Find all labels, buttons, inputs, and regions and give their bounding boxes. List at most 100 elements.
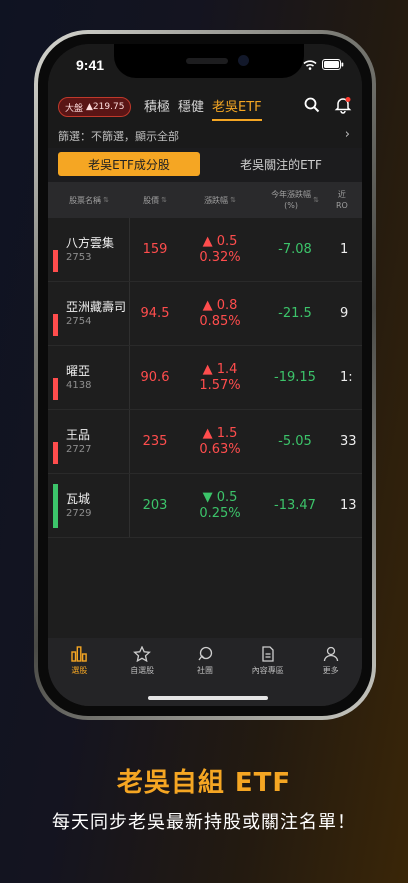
stock-table: 股票名稱 ⇅ 股價 ⇅ 漲跌幅 ⇅ 今年漲跌幅 (%) ⇅ 近 RO 八方雲集 … <box>48 182 362 706</box>
header-ytd[interactable]: 今年漲跌幅 (%) ⇅ <box>260 182 330 218</box>
status-time: 9:41 <box>76 57 105 73</box>
app-screen: 9:41 大盤 ▲219.75 積極 穩健 老吳ETF 篩選：不篩選，顯示全部 … <box>48 44 362 706</box>
header-name[interactable]: 股票名稱 ⇅ <box>48 182 130 218</box>
trend-bar <box>53 484 58 528</box>
battery-icon <box>322 59 344 70</box>
nav-stock-picker[interactable]: 選股 <box>48 646 111 706</box>
change-percent: 0.32% <box>199 249 241 265</box>
stock-price: 203 <box>142 498 168 513</box>
table-row[interactable]: 亞洲藏壽司 2754 94.5 ▲ 0.8 0.85% -21.5 9 <box>48 282 362 346</box>
header-change[interactable]: 漲跌幅 ⇅ <box>180 182 260 218</box>
notch <box>114 44 304 78</box>
community-icon <box>198 646 213 661</box>
stock-code: 2753 <box>66 252 92 263</box>
trend-bar <box>53 356 58 400</box>
tab-wu-etf[interactable]: 老吳ETF <box>212 96 262 121</box>
change-percent: 0.85% <box>199 313 241 329</box>
stock-ytd: -7.08 <box>278 242 312 257</box>
stock-change: ▲ 1.4 1.57% <box>180 346 260 409</box>
trend-bar <box>53 228 58 272</box>
stock-name-cell: 瓦城 2729 <box>48 474 130 537</box>
stock-ytd: -13.47 <box>274 498 316 513</box>
bell-icon[interactable] <box>334 96 352 118</box>
market-index-label: 大盤 <box>65 103 84 114</box>
stock-ytd: -21.5 <box>278 306 312 321</box>
market-index-badge[interactable]: 大盤 ▲219.75 <box>58 97 132 117</box>
search-icon[interactable] <box>304 97 320 117</box>
change-value: ▼ 0.5 <box>202 489 238 505</box>
table-row[interactable]: 王品 2727 235 ▲ 1.5 0.63% -5.05 33 <box>48 410 362 474</box>
stock-code: 4138 <box>66 380 92 391</box>
segment-control: 老吳ETF成分股 老吳關注的ETF <box>48 152 362 180</box>
phone-bezel: 9:41 大盤 ▲219.75 積極 穩健 老吳ETF 篩選：不篩選，顯示全部 … <box>38 34 372 716</box>
wifi-icon <box>303 59 317 70</box>
stock-change: ▲ 0.8 0.85% <box>180 282 260 345</box>
phone-frame: 9:41 大盤 ▲219.75 積極 穩健 老吳ETF 篩選：不篩選，顯示全部 … <box>34 30 376 720</box>
segment-watched-etf[interactable]: 老吳關注的ETF <box>210 152 352 176</box>
table-row[interactable]: 曜亞 4138 90.6 ▲ 1.4 1.57% -19.15 1: <box>48 346 362 410</box>
nav-more[interactable]: 更多 <box>299 646 362 706</box>
top-nav: 大盤 ▲219.75 積極 穩健 老吳ETF <box>48 88 362 124</box>
stock-roe: 9 <box>340 306 349 321</box>
nav-label: 社團 <box>196 666 213 675</box>
change-percent: 0.63% <box>199 441 241 457</box>
table-row[interactable]: 瓦城 2729 203 ▼ 0.5 0.25% -13.47 13 <box>48 474 362 538</box>
trend-bar <box>53 292 58 336</box>
stock-price: 235 <box>142 434 168 449</box>
stock-price: 159 <box>142 242 168 257</box>
header-price[interactable]: 股價 ⇅ <box>130 182 180 218</box>
tab-steady[interactable]: 穩健 <box>178 96 204 121</box>
speaker <box>186 58 228 64</box>
table-row[interactable]: 八方雲集 2753 159 ▲ 0.5 0.32% -7.08 1 <box>48 218 362 282</box>
stock-roe: 1 <box>340 242 349 257</box>
stock-name: 王品 <box>66 428 91 442</box>
camera <box>238 55 249 66</box>
bottom-nav: 選股 自選股 社團 內容專區 更多 <box>48 638 362 706</box>
change-value: ▲ 1.5 <box>202 425 238 441</box>
stock-ytd: -19.15 <box>274 370 316 385</box>
change-value: ▲ 1.4 <box>202 361 238 377</box>
sort-icon: ⇅ <box>230 195 236 204</box>
stock-roe: 33 <box>340 434 357 449</box>
change-value: ▲ 0.5 <box>202 233 238 249</box>
change-percent: 1.57% <box>199 377 241 393</box>
document-icon <box>262 646 274 662</box>
stock-roe: 13 <box>340 498 357 513</box>
stock-name: 八方雲集 <box>66 236 115 250</box>
promo-subtitle: 每天同步老吳最新持股或關注名單！ <box>52 812 356 833</box>
nav-label: 選股 <box>71 666 88 675</box>
bar-chart-icon <box>71 646 88 662</box>
sort-icon: ⇅ <box>161 195 167 204</box>
person-icon <box>323 646 338 662</box>
stock-name-cell: 曜亞 4138 <box>48 346 130 409</box>
stock-name-cell: 八方雲集 2753 <box>48 218 130 281</box>
star-icon <box>133 646 152 662</box>
change-value: ▲ 0.8 <box>202 297 238 313</box>
stock-code: 2754 <box>66 316 92 327</box>
strategy-tabs: 積極 穩健 老吳ETF <box>144 96 262 121</box>
stock-price: 90.6 <box>140 370 170 385</box>
stock-name: 亞洲藏壽司 <box>66 300 127 314</box>
stock-code: 2729 <box>66 508 92 519</box>
tab-aggressive[interactable]: 積極 <box>144 96 170 121</box>
filter-text: 篩選：不篩選，顯示全部 <box>58 130 179 143</box>
nav-label: 更多 <box>322 666 339 675</box>
chevron-right-icon: › <box>344 127 350 142</box>
segment-etf-holdings[interactable]: 老吳ETF成分股 <box>58 152 200 176</box>
stock-change: ▲ 1.5 0.63% <box>180 410 260 473</box>
home-indicator <box>148 696 268 700</box>
stock-change: ▲ 0.5 0.32% <box>180 218 260 281</box>
stock-roe: 1: <box>340 370 353 385</box>
stock-code: 2727 <box>66 444 92 455</box>
table-body: 八方雲集 2753 159 ▲ 0.5 0.32% -7.08 1 亞洲藏壽司 2754 94.5… <box>48 218 362 538</box>
header-roe[interactable]: 近 RO <box>330 182 360 218</box>
filter-row[interactable]: 篩選：不篩選，顯示全部 › <box>48 124 362 148</box>
change-percent: 0.25% <box>199 505 241 521</box>
stock-ytd: -5.05 <box>278 434 312 449</box>
nav-label: 內容專區 <box>251 666 284 675</box>
nav-label: 自選股 <box>130 666 155 675</box>
sort-icon: ⇅ <box>103 195 109 204</box>
trend-bar <box>53 420 58 464</box>
stock-price: 94.5 <box>140 306 170 321</box>
market-index-value: ▲219.75 <box>86 102 125 112</box>
